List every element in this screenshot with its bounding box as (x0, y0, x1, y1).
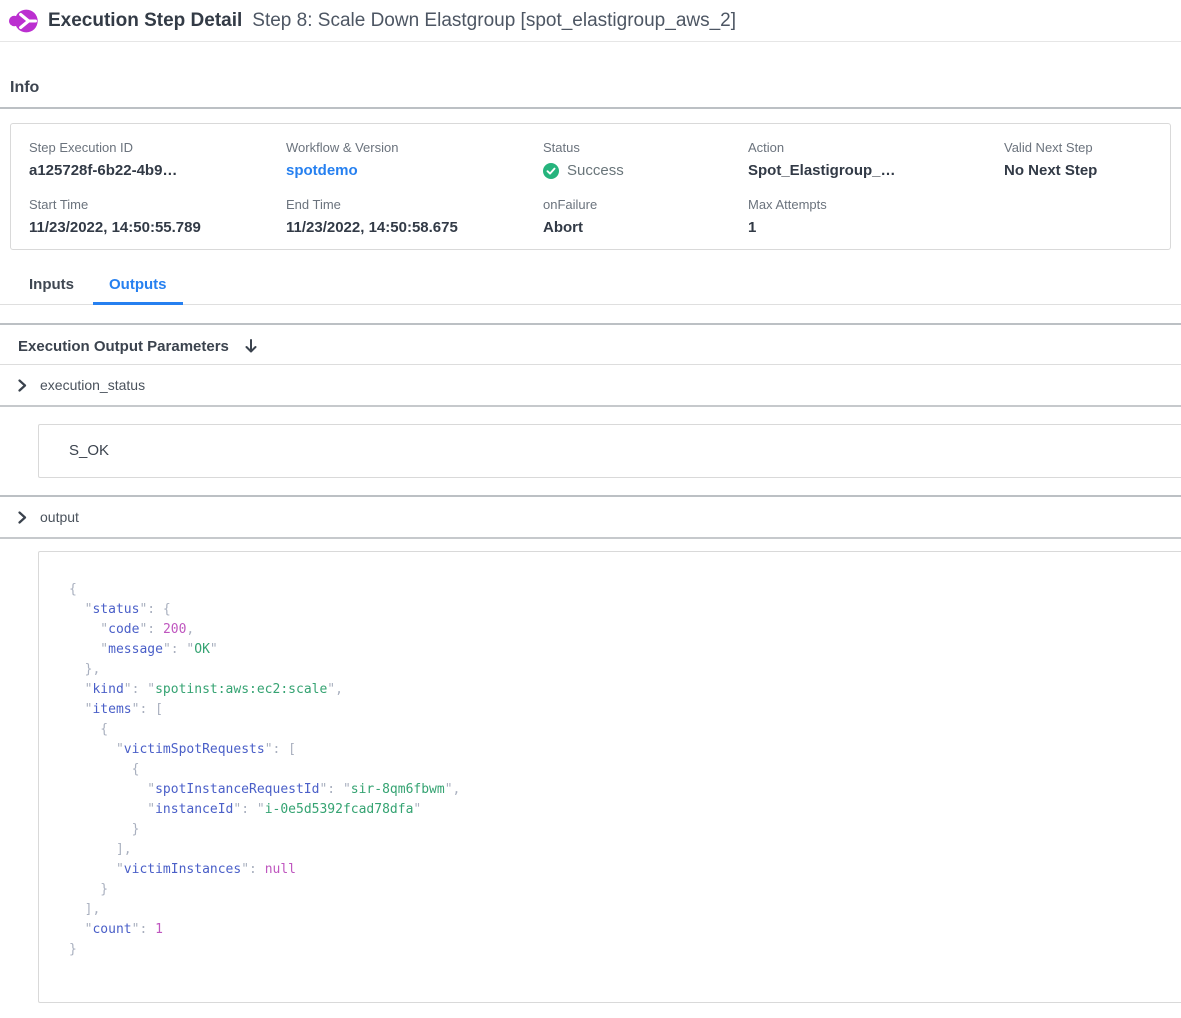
info-field-value: 11/23/2022, 14:50:58.675 (286, 219, 533, 236)
output-json-code: { "status": { "code": 200, "message": "O… (69, 580, 1181, 960)
info-field-value: Success (543, 162, 738, 179)
param-row-output[interactable]: output (0, 497, 1181, 539)
info-field-value: Abort (543, 219, 738, 236)
info-field-label: End Time (286, 197, 533, 212)
info-field-value[interactable]: spotdemo (286, 162, 533, 179)
info-field-label: Valid Next Step (1004, 140, 1150, 155)
info-field-label: Max Attempts (748, 197, 994, 212)
info-field-value: No Next Step (1004, 162, 1150, 179)
chevron-right-icon (16, 511, 28, 524)
info-field-value: Spot_Elastigroup_… (748, 162, 994, 179)
chevron-right-icon (16, 379, 28, 392)
tab-inputs[interactable]: Inputs (13, 276, 90, 305)
info-field-value: a125728f-6b22-4b9… (29, 162, 276, 179)
info-field-value: 1 (748, 219, 994, 236)
param-name: execution_status (40, 377, 145, 393)
divider (0, 107, 1181, 109)
info-field: End Time 11/23/2022, 14:50:58.675 (286, 179, 543, 236)
info-field-value: 11/23/2022, 14:50:55.789 (29, 219, 276, 236)
info-field: Workflow & Version spotdemo (286, 140, 543, 179)
info-field: Start Time 11/23/2022, 14:50:55.789 (29, 179, 286, 236)
info-field: Max Attempts 1 (748, 179, 1004, 236)
execution-status-value-box: S_OK (38, 424, 1181, 478)
info-field: Action Spot_Elastigroup_… (748, 140, 1004, 179)
info-field-label: Action (748, 140, 994, 155)
page-subtitle: Step 8: Scale Down Elastgroup [spot_elas… (252, 10, 736, 32)
info-field: Valid Next Step No Next Step (1004, 140, 1160, 179)
execution-output-parameters-header: Execution Output Parameters (0, 325, 1181, 365)
tab-outputs[interactable]: Outputs (93, 276, 183, 305)
info-section-label: Info (10, 79, 1181, 97)
info-field-label: Start Time (29, 197, 276, 212)
arrow-down-icon[interactable] (243, 338, 259, 355)
status-text: Success (567, 162, 624, 179)
info-card-grid: Step Execution ID a125728f-6b22-4b9… Workf… (29, 140, 1160, 236)
info-field: Step Execution ID a125728f-6b22-4b9… (29, 140, 286, 179)
info-field-label: Workflow & Version (286, 140, 533, 155)
info-card: Step Execution ID a125728f-6b22-4b9… Workf… (10, 123, 1171, 250)
tab-bar: InputsOutputs (0, 276, 1181, 305)
param-name: output (40, 509, 79, 525)
output-json-box: { "status": { "code": 200, "message": "O… (38, 551, 1181, 1003)
params-header-label: Execution Output Parameters (18, 338, 229, 355)
page-title: Execution Step Detail (48, 10, 242, 32)
info-field: onFailure Abort (543, 179, 748, 236)
info-field (1004, 179, 1160, 236)
info-field-label: Status (543, 140, 738, 155)
success-check-icon (543, 163, 559, 179)
param-row-execution-status[interactable]: execution_status (0, 365, 1181, 407)
info-field-label: onFailure (543, 197, 738, 212)
info-field: Status Success (543, 140, 748, 179)
app-header: Execution Step Detail Step 8: Scale Down… (0, 0, 1181, 42)
app-logo-icon (8, 8, 38, 34)
info-field-label: Step Execution ID (29, 140, 276, 155)
